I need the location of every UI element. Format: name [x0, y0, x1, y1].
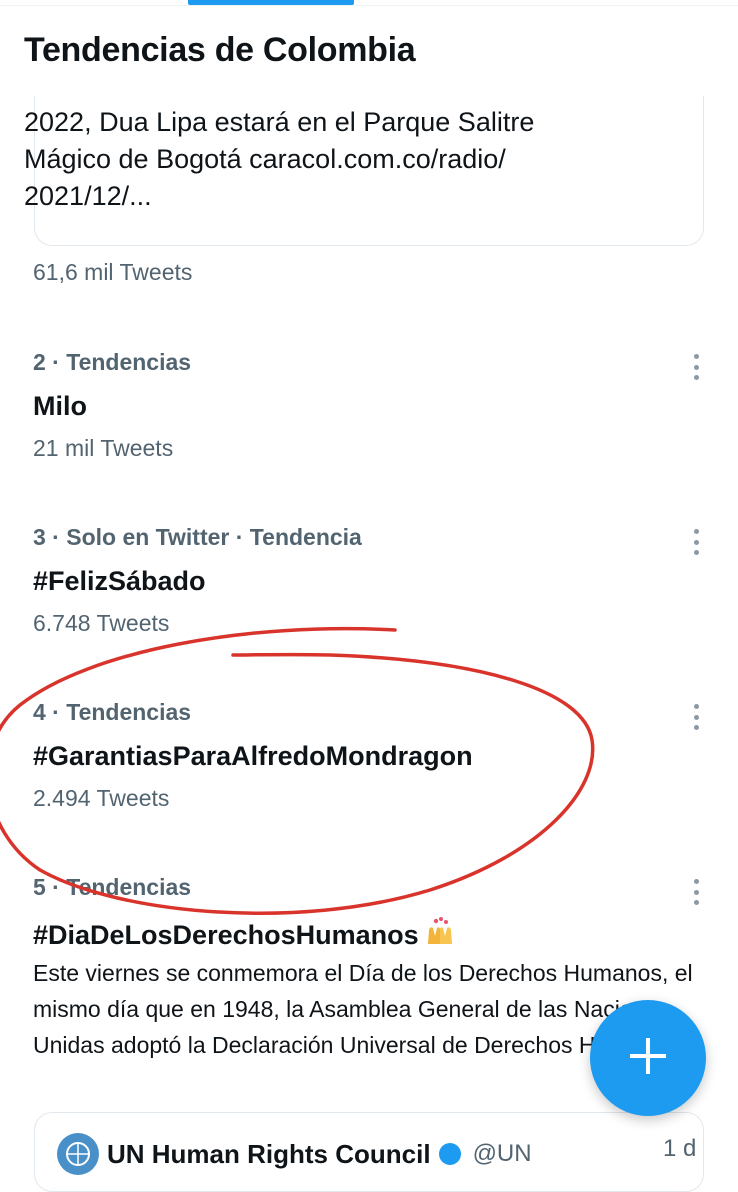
trend-name[interactable]: Milo	[33, 391, 87, 422]
quoted-author-handle: @UN	[472, 1140, 532, 1167]
trend-preview-line: 2021/12/...	[24, 181, 152, 211]
tweet-count: 2.494 Tweets	[33, 785, 170, 811]
trend-preview-text: 2022, Dua Lipa estará en el Parque Salit…	[24, 104, 654, 215]
trend-meta: 4 · Tendencias	[33, 699, 192, 725]
page-title: Tendencias de Colombia	[24, 31, 416, 69]
more-vertical-icon[interactable]	[684, 877, 708, 907]
trend-name[interactable]: #FelizSábado	[33, 566, 206, 597]
trend-preview-line: 2022, Dua Lipa estará en el Parque Salit…	[24, 107, 535, 137]
trend-name-text: #DiaDeLosDerechosHumanos	[33, 920, 419, 950]
tweet-count: 21 mil Tweets	[33, 435, 174, 461]
trend-preview-line: Mágico de Bogotá caracol.com.co/radio/	[24, 144, 506, 174]
verified-badge-icon	[438, 1143, 461, 1165]
more-vertical-icon[interactable]	[684, 527, 708, 557]
plus-icon	[626, 1034, 670, 1083]
more-vertical-icon[interactable]	[684, 702, 708, 732]
raising-hands-emoji-icon	[425, 916, 455, 953]
trend-name[interactable]: #GarantiasParaAlfredoMondragon	[33, 741, 473, 772]
trend-meta: 3 · Solo en Twitter · Tendencia	[33, 524, 362, 550]
compose-button[interactable]	[590, 1000, 706, 1116]
avatar	[57, 1133, 99, 1175]
trend-meta: 5 · Tendencias	[33, 874, 192, 900]
page-header: Tendencias de Colombia	[0, 6, 738, 96]
tweet-count: 61,6 mil Tweets	[33, 259, 193, 285]
tweet-count: 6.748 Tweets	[33, 610, 170, 636]
trend-name[interactable]: #DiaDeLosDerechosHumanos	[33, 916, 455, 953]
quoted-tweet-time: 1 d	[663, 1135, 697, 1162]
quoted-tweet-card[interactable]: UN Human Rights Council @UN 1 d	[34, 1112, 704, 1192]
more-vertical-icon[interactable]	[684, 352, 708, 382]
trend-meta: 2 · Tendencias	[33, 349, 192, 375]
